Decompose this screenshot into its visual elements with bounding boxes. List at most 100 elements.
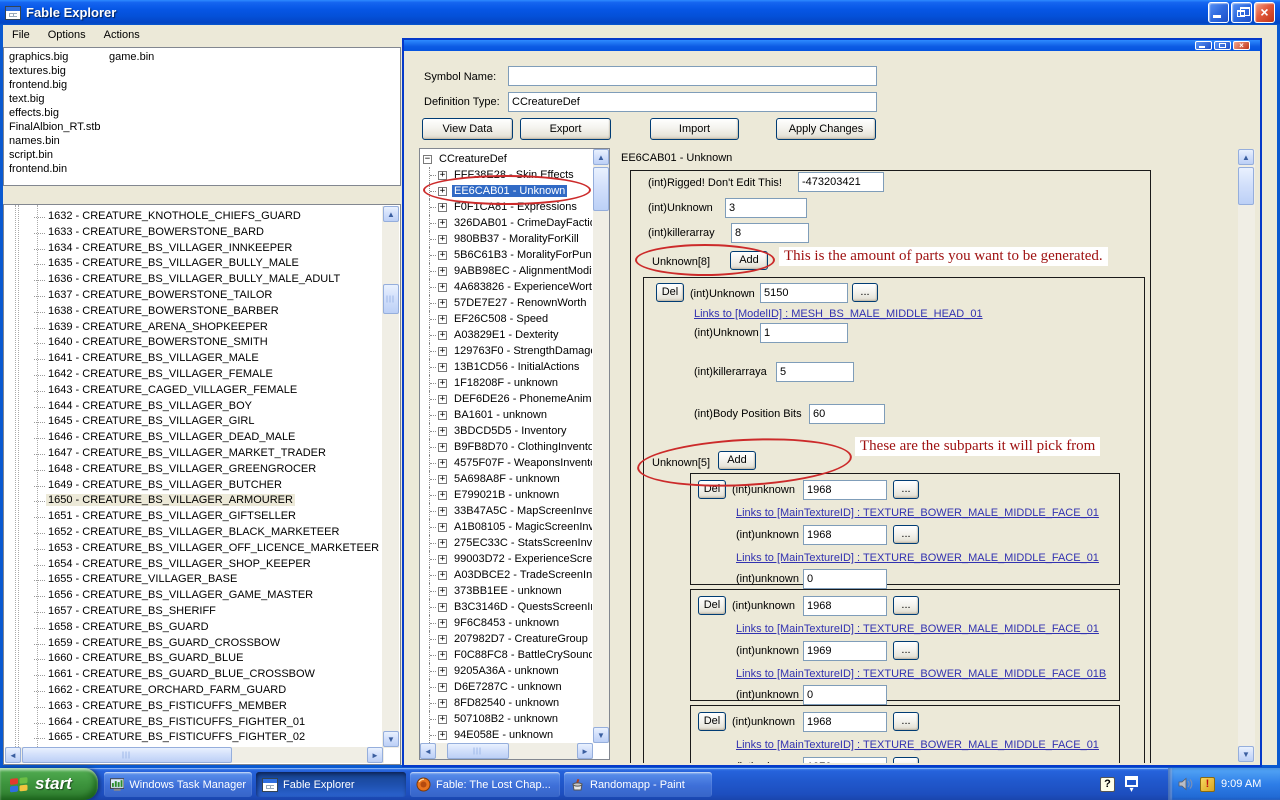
tree-item[interactable]: +507108B2 - unknown [420, 711, 592, 727]
tree-item[interactable]: +9F6C8453 - unknown [420, 615, 592, 631]
creature-item[interactable]: 1643 - CREATURE_CAGED_VILLAGER_FEMALE [4, 383, 382, 399]
creature-item[interactable]: 1648 - CREATURE_BS_VILLAGER_GREENGROCER [4, 462, 382, 478]
tree-item[interactable]: +9205A36A - unknown [420, 663, 592, 679]
expand-plus-icon[interactable]: + [438, 683, 447, 692]
tree-item[interactable]: +4A683826 - ExperienceWorth [420, 279, 592, 295]
creature-item[interactable]: 1644 - CREATURE_BS_VILLAGER_BOY [4, 399, 382, 415]
creature-hscroll-thumb[interactable] [22, 747, 232, 763]
tree-item[interactable]: +A1B08105 - MagicScreenInv [420, 519, 592, 535]
browse-button[interactable]: ... [893, 525, 919, 544]
expand-plus-icon[interactable]: + [438, 523, 447, 532]
expand-plus-icon[interactable]: + [438, 475, 447, 484]
detail-vscroll-track[interactable] [1238, 149, 1255, 762]
tree-item[interactable]: +94E058E - unknown [420, 727, 592, 743]
view-data-button[interactable]: View Data [422, 118, 513, 140]
browse-button[interactable]: ... [893, 480, 919, 499]
creature-item[interactable]: 1655 - CREATURE_VILLAGER_BASE [4, 572, 382, 588]
delete-part-button[interactable]: Del [656, 283, 684, 302]
tree-vscroll-track[interactable] [593, 149, 609, 743]
unknown-input[interactable] [725, 198, 807, 218]
expand-plus-icon[interactable]: + [438, 315, 447, 324]
expand-plus-icon[interactable]: + [438, 203, 447, 212]
texture-link[interactable]: Links to [MainTextureID] : TEXTURE_BOWER… [736, 739, 1099, 751]
fable-alert-icon[interactable]: ! [1200, 777, 1215, 792]
tree-scroll-right-icon[interactable]: ► [577, 743, 593, 759]
subpart-input[interactable] [803, 569, 887, 589]
subpart-input[interactable] [803, 596, 887, 616]
creature-item[interactable]: 1635 - CREATURE_BS_VILLAGER_BULLY_MALE [4, 256, 382, 272]
expand-plus-icon[interactable]: + [438, 267, 447, 276]
creature-item[interactable]: 1657 - CREATURE_BS_SHERIFF [4, 604, 382, 620]
texture-link[interactable]: Links to [MainTextureID] : TEXTURE_BOWER… [736, 552, 1099, 564]
creature-item[interactable]: 1653 - CREATURE_BS_VILLAGER_OFF_LICENCE_… [4, 541, 382, 557]
file-item[interactable]: FinalAlbion_RT.stb [9, 120, 101, 134]
file-item[interactable]: text.big [9, 92, 101, 106]
expand-plus-icon[interactable]: + [438, 331, 447, 340]
creature-item[interactable]: 1663 - CREATURE_BS_FISTICUFFS_MEMBER [4, 699, 382, 715]
tree-item[interactable]: +E799021B - unknown [420, 487, 592, 503]
creature-item[interactable]: 1638 - CREATURE_BOWERSTONE_BARBER [4, 304, 382, 320]
expand-plus-icon[interactable]: + [438, 219, 447, 228]
expand-plus-icon[interactable]: + [438, 507, 447, 516]
expand-plus-icon[interactable]: + [438, 411, 447, 420]
detail-vscroll-thumb[interactable] [1238, 167, 1254, 205]
tree-item[interactable]: +3BDCD5D5 - Inventory [420, 423, 592, 439]
tree-item[interactable]: +EF26C508 - Speed [420, 311, 592, 327]
tree-item[interactable]: +DEF6DE26 - PhonemeAnim [420, 391, 592, 407]
subpart-input[interactable] [803, 712, 887, 732]
tree-item[interactable]: +33B47A5C - MapScreenInve [420, 503, 592, 519]
tree-scroll-down-icon[interactable]: ▼ [593, 727, 609, 743]
expand-plus-icon[interactable]: + [438, 379, 447, 388]
creature-item[interactable]: 1640 - CREATURE_BOWERSTONE_SMITH [4, 335, 382, 351]
subpart-input[interactable] [803, 641, 887, 661]
file-item[interactable]: names.bin [9, 134, 101, 148]
creature-item[interactable]: 1661 - CREATURE_BS_GUARD_BLUE_CROSSBOW [4, 667, 382, 683]
detail-scroll-up-icon[interactable]: ▲ [1238, 149, 1254, 165]
body-position-input[interactable] [809, 404, 885, 424]
menu-options[interactable]: Options [39, 27, 95, 43]
creature-scroll-right-icon[interactable]: ► [367, 747, 383, 763]
creature-item[interactable]: 1664 - CREATURE_BS_FISTICUFFS_FIGHTER_01 [4, 715, 382, 731]
creature-item[interactable]: 1651 - CREATURE_BS_VILLAGER_GIFTSELLER [4, 509, 382, 525]
subpart-input[interactable] [803, 525, 887, 545]
part-unknown2-input[interactable] [760, 323, 848, 343]
tree-item[interactable]: +99003D72 - ExperienceScre [420, 551, 592, 567]
creature-item[interactable]: 1633 - CREATURE_BOWERSTONE_BARD [4, 225, 382, 241]
tree-item[interactable]: +9ABB98EC - AlignmentModifi [420, 263, 592, 279]
creature-item[interactable]: 1665 - CREATURE_BS_FISTICUFFS_FIGHTER_02 [4, 730, 382, 746]
tree-item[interactable]: +373BB1EE - unknown [420, 583, 592, 599]
task-windows-task-manager[interactable]: Windows Task Manager [104, 772, 252, 797]
creature-item[interactable]: 1659 - CREATURE_BS_GUARD_CROSSBOW [4, 636, 382, 652]
tree-item[interactable]: +129763F0 - StrengthDamage [420, 343, 592, 359]
creature-item[interactable]: 1639 - CREATURE_ARENA_SHOPKEEPER [4, 320, 382, 336]
tree-item[interactable]: +D6E7287C - unknown [420, 679, 592, 695]
file-item[interactable]: frontend.big [9, 78, 101, 92]
creature-item[interactable]: 1637 - CREATURE_BOWERSTONE_TAILOR [4, 288, 382, 304]
expand-plus-icon[interactable]: + [438, 491, 447, 500]
close-button[interactable]: × [1254, 2, 1275, 23]
expand-plus-icon[interactable]: + [438, 347, 447, 356]
browse-button[interactable]: ... [893, 596, 919, 615]
expand-plus-icon[interactable]: + [438, 427, 447, 436]
expand-plus-icon[interactable]: + [438, 443, 447, 452]
file-item[interactable]: graphics.big [9, 50, 101, 64]
expand-plus-icon[interactable]: + [438, 171, 447, 180]
creature-item[interactable]: 1650 - CREATURE_BS_VILLAGER_ARMOURER [4, 493, 382, 509]
creature-scroll-left-icon[interactable]: ◄ [5, 747, 21, 763]
tree-item[interactable]: +57DE7E27 - RenownWorth [420, 295, 592, 311]
expand-plus-icon[interactable]: + [438, 363, 447, 372]
creature-item[interactable]: 1654 - CREATURE_BS_VILLAGER_SHOP_KEEPER [4, 557, 382, 573]
import-button[interactable]: Import [650, 118, 739, 140]
model-link[interactable]: Links to [ModelID] : MESH_BS_MALE_MIDDLE… [694, 308, 983, 320]
apply-changes-button[interactable]: Apply Changes [776, 118, 876, 140]
creature-item[interactable]: 1647 - CREATURE_BS_VILLAGER_MARKET_TRADE… [4, 446, 382, 462]
texture-link[interactable]: Links to [MainTextureID] : TEXTURE_BOWER… [736, 623, 1099, 635]
creature-item[interactable]: 1649 - CREATURE_BS_VILLAGER_BUTCHER [4, 478, 382, 494]
help-question-icon[interactable]: ? [1100, 777, 1115, 792]
tree-item[interactable]: +1F18208F - unknown [420, 375, 592, 391]
task-fable-explorer[interactable]: Fable Explorer [256, 772, 406, 797]
tree-vscroll-thumb[interactable] [593, 167, 609, 211]
tree-item[interactable]: +5A698A8F - unknown [420, 471, 592, 487]
volume-icon[interactable] [1178, 777, 1194, 791]
part-unknown-input[interactable] [760, 283, 848, 303]
